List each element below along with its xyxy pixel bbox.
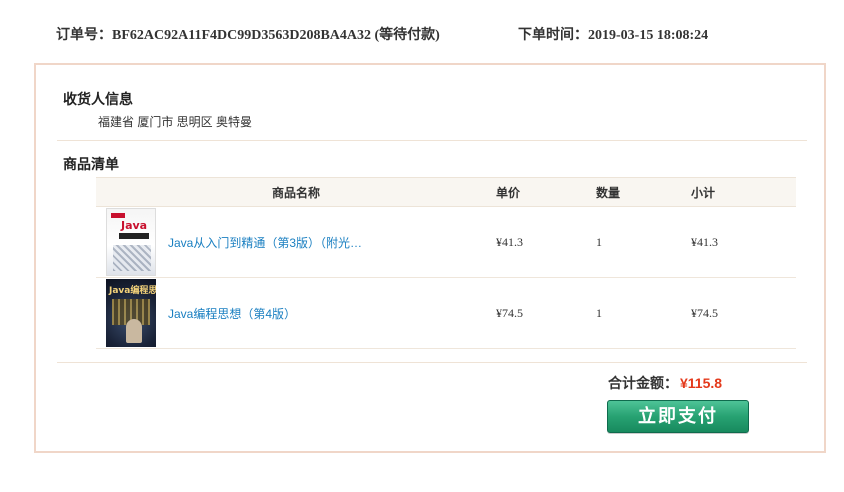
column-header-price: 单价 xyxy=(496,185,521,200)
recipient-title: 收货人信息 xyxy=(63,91,133,107)
product-cell: Java Java从入门到精通（第3版）（附光… xyxy=(96,206,496,278)
goods-table: 商品名称 单价 数量 小计 Java Java从入门到精通（第3版）（附光… ¥… xyxy=(96,177,796,349)
total-amount: ¥115.8 xyxy=(680,375,723,391)
goods-title: 商品清单 xyxy=(63,156,119,172)
table-row: Java Java从入门到精通（第3版）（附光… ¥41.3 1 ¥41.3 xyxy=(96,206,796,278)
order-number-label: 订单号： xyxy=(56,28,112,43)
column-header-subtotal: 小计 xyxy=(691,185,716,200)
summary-divider xyxy=(57,362,807,363)
column-header-name: 商品名称 xyxy=(271,185,320,200)
product-price: ¥74.5 xyxy=(496,277,596,349)
order-total: 合计金额： ¥115.8 xyxy=(608,373,722,393)
product-thumbnail[interactable]: Java编程思想 xyxy=(106,279,156,347)
product-price: ¥41.3 xyxy=(496,206,596,278)
product-link[interactable]: Java从入门到精通（第3版）（附光… xyxy=(168,234,362,251)
total-label: 合计金额： xyxy=(608,375,678,391)
product-qty: 1 xyxy=(596,277,691,349)
goods-table-header: 商品名称 单价 数量 小计 xyxy=(96,177,796,207)
product-subtotal: ¥41.3 xyxy=(691,206,796,278)
order-detail-panel: 收货人信息 福建省 厦门市 思明区 奥特曼 商品清单 商品名称 单价 数量 小计 xyxy=(34,63,826,453)
column-header-qty: 数量 xyxy=(596,185,621,200)
order-page: 订单号：BF62AC92A11F4DC99D3563D208BA4A32 (等待… xyxy=(0,0,844,492)
table-row: Java编程思想 Java编程思想（第4版） ¥74.5 1 ¥74.5 xyxy=(96,277,796,349)
product-cell: Java编程思想 Java编程思想（第4版） xyxy=(96,277,496,349)
order-time-label: 下单时间： xyxy=(518,28,588,43)
order-time: 2019-03-15 18:08:24 xyxy=(588,28,709,43)
order-time-group: 下单时间：2019-03-15 18:08:24 xyxy=(518,24,708,44)
product-thumbnail[interactable]: Java xyxy=(106,208,156,276)
product-link[interactable]: Java编程思想（第4版） xyxy=(168,305,296,322)
product-subtotal: ¥74.5 xyxy=(691,277,796,349)
pay-now-button[interactable]: 立即支付 xyxy=(607,400,749,433)
recipient-address: 福建省 厦门市 思明区 奥特曼 xyxy=(98,115,253,129)
order-header: 订单号：BF62AC92A11F4DC99D3563D208BA4A32 (等待… xyxy=(56,24,708,44)
section-divider xyxy=(57,140,807,141)
product-qty: 1 xyxy=(596,206,691,278)
order-number: BF62AC92A11F4DC99D3563D208BA4A32 xyxy=(112,28,371,43)
order-status: (等待付款) xyxy=(374,28,440,43)
